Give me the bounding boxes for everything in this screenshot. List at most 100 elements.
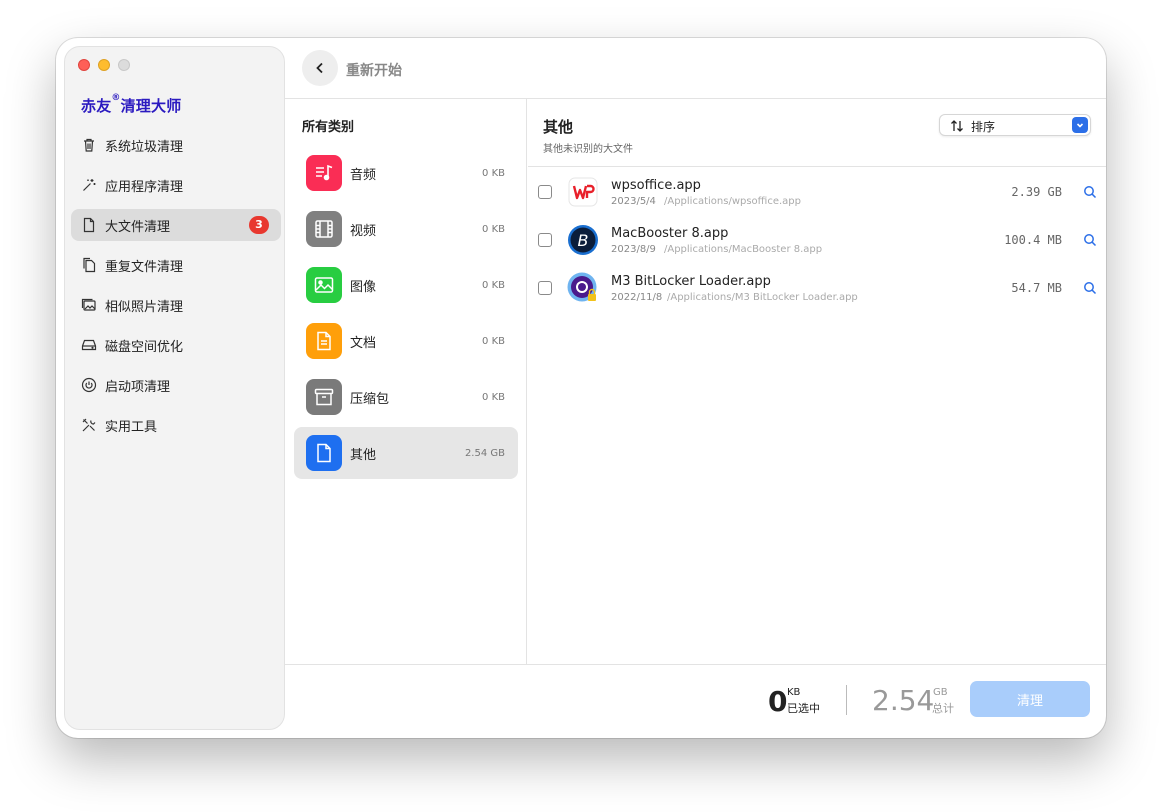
sidebar: 赤友®清理大师 系统垃圾清理 应用程序清理 大文件清理 3 重复文件清理 相似照… bbox=[64, 46, 285, 730]
panel-subtitle: 其他未识别的大文件 bbox=[543, 144, 633, 155]
category-item-image[interactable]: 图像 0 KB bbox=[294, 259, 518, 311]
window-controls bbox=[78, 59, 130, 71]
file-checkbox[interactable] bbox=[538, 185, 552, 199]
category-size: 0 KB bbox=[482, 335, 505, 347]
category-panel: 所有类别 音频 0 KB 视频 0 KB 图像 0 KB 文档 0 KB 压缩包… bbox=[285, 99, 527, 664]
top-bar: 重新开始 bbox=[285, 38, 1106, 99]
category-name: 文档 bbox=[350, 335, 377, 351]
archive-icon bbox=[306, 379, 342, 415]
file-list: wpsoffice.app 2023/5/4 /Applications/wps… bbox=[528, 168, 1106, 312]
category-name: 视频 bbox=[350, 223, 377, 239]
category-size: 0 KB bbox=[482, 279, 505, 291]
panel-title: 其他 bbox=[543, 118, 574, 136]
file-panel: 其他 其他未识别的大文件 排序 wpsoffice.app 2023/5/4 /… bbox=[528, 99, 1106, 664]
selected-size-value: 0 bbox=[768, 685, 788, 718]
document-icon bbox=[306, 323, 342, 359]
music-icon bbox=[306, 155, 342, 191]
chevron-down-icon bbox=[1072, 117, 1088, 133]
category-item-other[interactable]: 其他 2.54 GB bbox=[294, 427, 518, 479]
sidebar-item-system-junk[interactable]: 系统垃圾清理 bbox=[71, 129, 281, 161]
sidebar-nav: 系统垃圾清理 应用程序清理 大文件清理 3 重复文件清理 相似照片清理 磁盘空间… bbox=[71, 129, 281, 449]
total-size-unit: GB bbox=[933, 687, 948, 698]
magnifier-icon[interactable] bbox=[1083, 281, 1097, 295]
sidebar-item-label: 相似照片清理 bbox=[105, 299, 184, 315]
sidebar-item-large-files[interactable]: 大文件清理 3 bbox=[71, 209, 281, 241]
category-header: 所有类别 bbox=[302, 120, 355, 135]
sidebar-item-duplicate-files[interactable]: 重复文件清理 bbox=[71, 249, 281, 281]
category-list: 音频 0 KB 视频 0 KB 图像 0 KB 文档 0 KB 压缩包 0 KB… bbox=[294, 147, 518, 483]
file-date: 2023/8/9 bbox=[611, 244, 656, 255]
zoom-window-button[interactable] bbox=[118, 59, 130, 71]
sidebar-item-label: 系统垃圾清理 bbox=[105, 139, 184, 155]
trash-icon bbox=[84, 138, 94, 152]
file-icon bbox=[83, 217, 95, 233]
category-item-video[interactable]: 视频 0 KB bbox=[294, 203, 518, 255]
magnifier-icon[interactable] bbox=[1083, 185, 1097, 199]
file-name: MacBooster 8.app bbox=[611, 226, 729, 241]
svg-text:B: B bbox=[578, 231, 589, 250]
category-size: 2.54 GB bbox=[464, 447, 505, 459]
total-size-value: 2.54 bbox=[872, 684, 935, 717]
category-item-audio[interactable]: 音频 0 KB bbox=[294, 147, 518, 199]
category-name: 图像 bbox=[350, 279, 377, 295]
photos-icon bbox=[81, 298, 96, 311]
category-size: 0 KB bbox=[482, 391, 505, 403]
file-size: 2.39 GB bbox=[1011, 185, 1062, 199]
back-button[interactable] bbox=[302, 50, 338, 86]
sidebar-item-utilities[interactable]: 实用工具 bbox=[71, 409, 281, 441]
sort-label: 排序 bbox=[971, 120, 996, 134]
category-item-archive[interactable]: 压缩包 0 KB bbox=[294, 371, 518, 423]
category-name: 压缩包 bbox=[350, 391, 390, 407]
file-size: 100.4 MB bbox=[1004, 233, 1062, 247]
sidebar-item-startup-items[interactable]: 启动项清理 bbox=[71, 369, 281, 401]
duplicate-files-icon bbox=[83, 257, 96, 273]
file-checkbox[interactable] bbox=[538, 233, 552, 247]
image-icon bbox=[306, 267, 342, 303]
file-name: M3 BitLocker Loader.app bbox=[611, 274, 771, 289]
file-path: /Applications/wpsoffice.app bbox=[664, 196, 801, 207]
file-row[interactable]: wpsoffice.app 2023/5/4 /Applications/wps… bbox=[528, 168, 1106, 216]
file-row[interactable]: B MacBooster 8.app 2023/8/9 /Application… bbox=[528, 216, 1106, 264]
macbooster-icon: B bbox=[566, 223, 600, 257]
sidebar-item-disk-optimization[interactable]: 磁盘空间优化 bbox=[71, 329, 281, 361]
power-icon bbox=[81, 377, 97, 393]
file-name: wpsoffice.app bbox=[611, 178, 701, 193]
minimize-window-button[interactable] bbox=[98, 59, 110, 71]
restart-title: 重新开始 bbox=[346, 63, 402, 79]
sidebar-item-app-cleanup[interactable]: 应用程序清理 bbox=[71, 169, 281, 201]
sidebar-item-similar-photos[interactable]: 相似照片清理 bbox=[71, 289, 281, 321]
file-checkbox[interactable] bbox=[538, 281, 552, 295]
bitlocker-loader-icon bbox=[566, 271, 600, 305]
category-size: 0 KB bbox=[482, 223, 505, 235]
panel-divider bbox=[528, 166, 1106, 167]
sort-dropdown[interactable]: 排序 bbox=[939, 114, 1091, 136]
file-date: 2022/11/8 bbox=[611, 292, 663, 303]
bottom-bar: 0 KB 已选中 2.54 GB 总计 清理 bbox=[285, 664, 1106, 738]
disk-icon bbox=[81, 339, 97, 351]
magnifier-icon[interactable] bbox=[1083, 233, 1097, 247]
chevron-left-icon bbox=[316, 62, 323, 74]
file-icon bbox=[306, 435, 342, 471]
tools-icon bbox=[82, 418, 96, 432]
clean-button[interactable]: 清理 bbox=[970, 681, 1090, 717]
file-path: /Applications/MacBooster 8.app bbox=[664, 244, 823, 255]
large-files-count-badge: 3 bbox=[249, 216, 269, 234]
file-row[interactable]: M3 BitLocker Loader.app 2022/11/8 /Appli… bbox=[528, 264, 1106, 312]
magic-wand-icon bbox=[83, 179, 96, 191]
category-size: 0 KB bbox=[482, 167, 505, 179]
sidebar-item-label: 应用程序清理 bbox=[105, 179, 184, 195]
app-window: 赤友®清理大师 系统垃圾清理 应用程序清理 大文件清理 3 重复文件清理 相似照… bbox=[56, 38, 1106, 738]
category-item-document[interactable]: 文档 0 KB bbox=[294, 315, 518, 367]
file-size: 54.7 MB bbox=[1011, 281, 1062, 295]
wps-office-icon bbox=[566, 175, 600, 209]
footer-divider bbox=[846, 685, 847, 715]
close-window-button[interactable] bbox=[78, 59, 90, 71]
file-date: 2023/5/4 bbox=[611, 196, 656, 207]
film-icon bbox=[306, 211, 342, 247]
sidebar-item-label: 启动项清理 bbox=[105, 379, 171, 395]
sidebar-item-label: 磁盘空间优化 bbox=[105, 339, 184, 355]
sidebar-item-label: 重复文件清理 bbox=[105, 259, 184, 275]
sidebar-item-label: 大文件清理 bbox=[105, 219, 171, 235]
file-path: /Applications/M3 BitLocker Loader.app bbox=[667, 292, 858, 303]
sort-arrows-icon bbox=[951, 120, 963, 132]
